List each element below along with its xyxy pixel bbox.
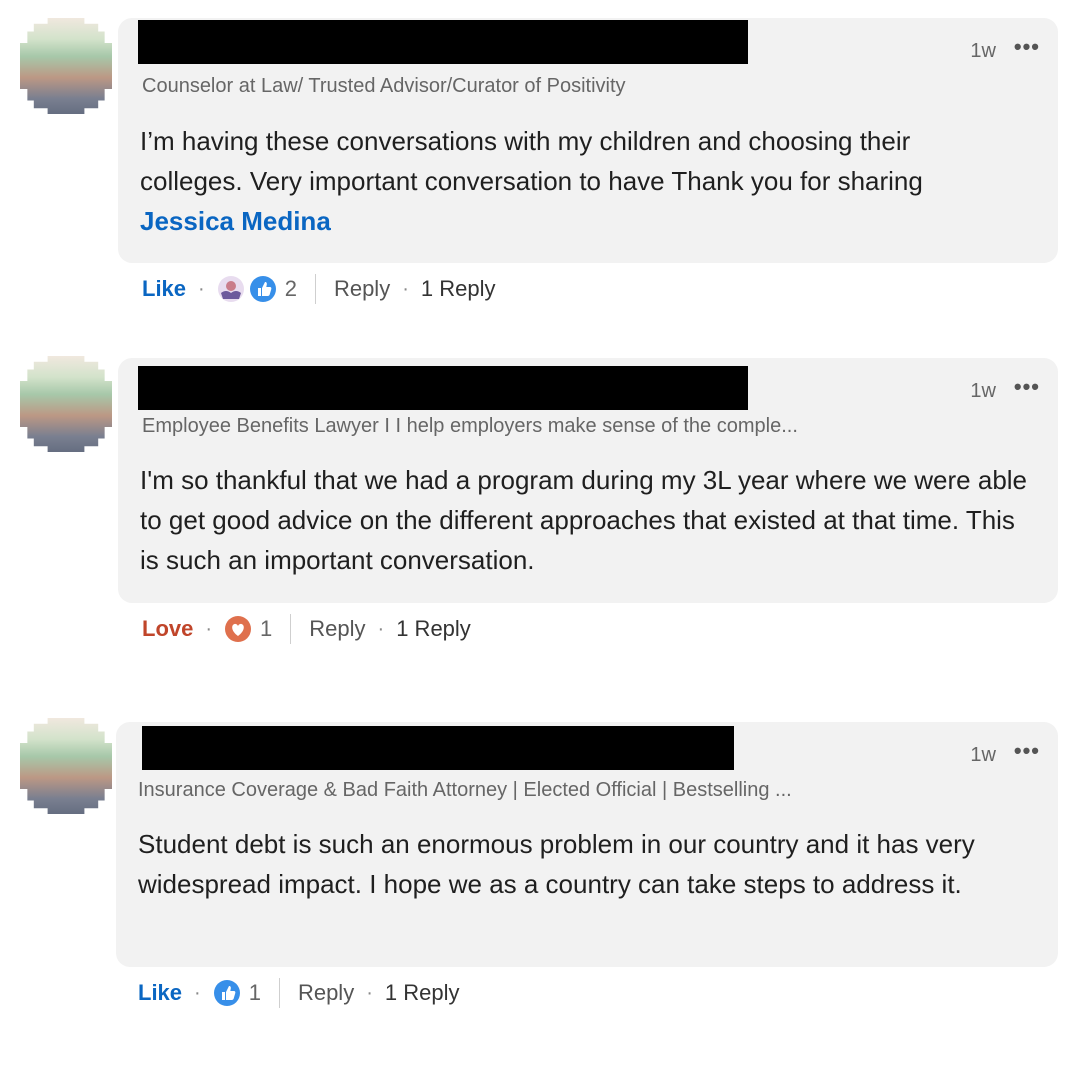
- author-headline: Counselor at Law/ Trusted Advisor/Curato…: [142, 75, 626, 97]
- separator-dot: ·: [194, 981, 201, 1004]
- avatar[interactable]: [20, 356, 112, 452]
- like-button[interactable]: Like: [138, 980, 182, 1006]
- redacted-author-name: [138, 20, 748, 64]
- redacted-author-name: [142, 726, 734, 770]
- separator-dot: ·: [402, 277, 409, 300]
- avatar[interactable]: [20, 718, 112, 814]
- comment-timestamp: 1w: [970, 744, 996, 766]
- divider: [290, 614, 292, 644]
- like-button[interactable]: Like: [142, 276, 186, 302]
- more-options-icon[interactable]: •••: [1014, 374, 1040, 400]
- author-headline: Employee Benefits Lawyer I I help employ…: [142, 415, 798, 437]
- more-options-icon[interactable]: •••: [1014, 34, 1040, 60]
- reply-button[interactable]: Reply: [334, 276, 390, 302]
- reaction-count[interactable]: 1: [260, 616, 272, 642]
- separator-dot: ·: [205, 617, 213, 640]
- comment-bubble: 1w ••• Insurance Coverage & Bad Faith At…: [116, 722, 1058, 967]
- comment-text-body: I’m having these conversations with my c…: [140, 126, 923, 196]
- more-options-icon[interactable]: •••: [1014, 738, 1040, 764]
- comment-text: Student debt is such an enormous problem…: [138, 829, 975, 899]
- reaction-count[interactable]: 1: [249, 980, 261, 1006]
- comment-bubble: 1w ••• Counselor at Law/ Trusted Advisor…: [118, 18, 1058, 263]
- support-icon[interactable]: [217, 275, 245, 303]
- avatar[interactable]: [20, 18, 112, 114]
- redacted-author-name: [138, 366, 748, 410]
- reaction-count[interactable]: 2: [285, 276, 297, 302]
- comment-actions: Like · 1 Reply · 1 Reply: [138, 976, 459, 1010]
- comment-bubble: 1w ••• Employee Benefits Lawyer I I help…: [118, 358, 1058, 603]
- replies-link[interactable]: 1 Reply: [421, 276, 496, 302]
- replies-link[interactable]: 1 Reply: [396, 616, 471, 642]
- love-icon[interactable]: [224, 615, 252, 643]
- author-headline: Insurance Coverage & Bad Faith Attorney …: [138, 779, 792, 801]
- comment-timestamp: 1w: [970, 380, 996, 402]
- replies-link[interactable]: 1 Reply: [385, 980, 460, 1006]
- comment-text: I’m having these conversations with my c…: [140, 121, 1020, 241]
- reply-button[interactable]: Reply: [309, 616, 365, 642]
- comment-text: I'm so thankful that we had a program du…: [140, 465, 1028, 575]
- divider: [314, 274, 316, 304]
- separator-dot: ·: [377, 617, 385, 640]
- mention-link[interactable]: Jessica Medina: [140, 206, 331, 236]
- comment-actions: Like · 2 Reply · 1 Reply: [142, 272, 495, 306]
- love-button[interactable]: Love: [142, 616, 193, 642]
- reply-button[interactable]: Reply: [298, 980, 354, 1006]
- separator-dot: ·: [198, 277, 205, 300]
- comment-actions: Love · 1 Reply · 1 Reply: [142, 612, 471, 646]
- like-icon[interactable]: [213, 979, 241, 1007]
- divider: [278, 978, 280, 1008]
- comment-timestamp: 1w: [970, 40, 996, 62]
- like-icon[interactable]: [249, 275, 277, 303]
- separator-dot: ·: [366, 981, 373, 1004]
